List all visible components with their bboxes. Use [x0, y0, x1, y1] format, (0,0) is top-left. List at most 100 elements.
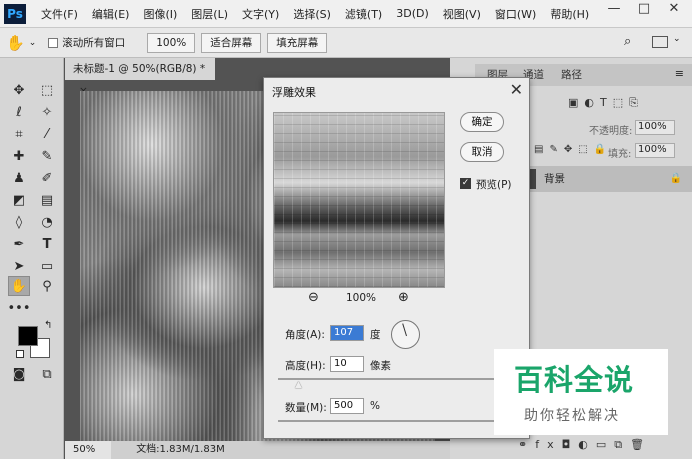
marquee-tool-icon[interactable]: ⬚	[36, 80, 58, 100]
preview-zoom-value: 100%	[346, 292, 377, 304]
menu-help[interactable]: 帮助(H)	[543, 6, 596, 22]
menu-layer[interactable]: 图层(L)	[184, 6, 235, 22]
type-tool-icon[interactable]: T	[36, 234, 58, 254]
lasso-tool-icon[interactable]: ℓ	[8, 102, 30, 122]
document-tab[interactable]: 未标题-1 @ 50%(RGB/8) * ×	[65, 58, 215, 97]
amount-label: 数量(M):	[285, 402, 327, 414]
workspace-chevron-icon[interactable]: ⌄	[673, 34, 681, 44]
hand-tool-icon: ✋	[6, 33, 25, 52]
height-label: 高度(H):	[285, 360, 326, 372]
amount-unit: %	[370, 400, 380, 412]
foreground-color-swatch[interactable]	[18, 326, 38, 346]
amount-slider[interactable]	[278, 420, 495, 422]
menu-type[interactable]: 文字(Y)	[235, 6, 286, 22]
filter-preview[interactable]	[273, 112, 445, 288]
dialog-title: 浮雕效果	[272, 86, 316, 99]
zoom-in-icon[interactable]: ⊕	[398, 290, 409, 305]
close-dialog-icon[interactable]: ✕	[510, 80, 523, 99]
status-bar: 50% 文档:1.83M/1.83M	[65, 441, 450, 459]
watermark-logo: 百科全说 助你轻松解决	[494, 349, 668, 435]
angle-input[interactable]: 107	[330, 325, 364, 341]
zoom-tool-icon[interactable]: ⚲	[36, 276, 58, 296]
default-colors-icon[interactable]	[16, 350, 24, 358]
blur-tool-icon[interactable]: ◊	[8, 212, 30, 232]
menu-select[interactable]: 选择(S)	[286, 6, 338, 22]
fill-label: 填充:	[608, 149, 632, 160]
hand-tool-button-icon[interactable]: ✋	[8, 276, 30, 296]
angle-unit: 度	[370, 329, 381, 341]
opacity-field[interactable]: 100%	[635, 120, 675, 135]
search-icon[interactable]: ⌕	[624, 34, 631, 49]
ok-button[interactable]: 确定	[460, 112, 504, 132]
eyedropper-tool-icon[interactable]: ⁄	[36, 124, 58, 144]
crop-tool-icon[interactable]: ⌗	[8, 124, 30, 144]
quick-mask-icon[interactable]: ◙	[8, 364, 30, 384]
height-slider[interactable]	[278, 378, 495, 380]
layer-filter-icons: ▣◐T⬚⎘	[568, 96, 644, 109]
cancel-button[interactable]: 取消	[460, 142, 504, 162]
menu-file[interactable]: 文件(F)	[34, 6, 85, 22]
tools-panel: ✥ ⬚ ℓ ✧ ⌗ ⁄ ✚ ✎ ♟ ✐ ◩ ▤ ◊ ◔ ✒ T ➤ ▭ ✋ ⚲ …	[0, 58, 64, 459]
menu-view[interactable]: 视图(V)	[436, 6, 488, 22]
fill-field[interactable]: 100%	[635, 143, 675, 158]
menu-edit[interactable]: 编辑(E)	[85, 6, 137, 22]
magic-wand-tool-icon[interactable]: ✧	[36, 102, 58, 122]
emboss-dialog: 浮雕效果 ✕ ⊖ 100% ⊕ 确定 取消 ✓ 预览(P) 角度(A): 107…	[263, 77, 530, 439]
layer-thumbnail	[530, 169, 536, 189]
move-tool-icon[interactable]: ✥	[8, 80, 30, 100]
tool-preset-chevron-icon[interactable]: ⌄	[29, 38, 37, 48]
scroll-all-label: 滚动所有窗口	[62, 37, 126, 49]
document-tab-title: 未标题-1 @ 50%(RGB/8) *	[73, 63, 206, 75]
menu-bar: Ps 文件(F) 编辑(E) 图像(I) 图层(L) 文字(Y) 选择(S) 滤…	[0, 0, 692, 28]
fill-screen-button[interactable]: 填充屏幕	[267, 32, 328, 53]
angle-dial[interactable]	[391, 320, 420, 349]
options-bar: ✋ ⌄ 滚动所有窗口 100% 适合屏幕 填充屏幕 ⌕ ⌄	[0, 28, 692, 58]
status-doc-size: 文档:1.83M/1.83M	[136, 444, 225, 455]
watermark-title: 百科全说	[514, 363, 635, 397]
app-logo: Ps	[4, 3, 26, 24]
minimize-button[interactable]: —	[602, 0, 626, 20]
zoom-100-button[interactable]: 100%	[147, 32, 196, 53]
angle-dial-needle	[402, 323, 407, 337]
height-slider-thumb[interactable]: ▲	[295, 380, 302, 390]
brush-tool-icon[interactable]: ✎	[36, 146, 58, 166]
history-brush-tool-icon[interactable]: ✐	[36, 168, 58, 188]
preview-checkbox[interactable]: ✓	[460, 178, 471, 189]
dodge-tool-icon[interactable]: ◔	[36, 212, 58, 232]
screen-mode-icon[interactable]: ⧉	[36, 364, 58, 384]
healing-tool-icon[interactable]: ✚	[8, 146, 30, 166]
opacity-label: 不透明度:	[589, 126, 633, 137]
layer-bottom-icons: ⚭fx◘◐▭⧉🗑	[518, 438, 653, 451]
swap-colors-icon[interactable]: ↰	[44, 320, 52, 331]
amount-input[interactable]: 500	[330, 398, 364, 414]
path-selection-tool-icon[interactable]: ➤	[8, 256, 30, 276]
menu-window[interactable]: 窗口(W)	[488, 6, 543, 22]
angle-label: 角度(A):	[285, 329, 325, 341]
pen-tool-icon[interactable]: ✒	[8, 234, 30, 254]
watermark-subtitle: 助你轻松解决	[524, 408, 620, 424]
preview-label: 预览(P)	[476, 179, 512, 191]
height-input[interactable]: 10	[330, 356, 364, 372]
lock-icons: ▤✎✥⬚🔒	[534, 144, 613, 155]
fit-screen-button[interactable]: 适合屏幕	[201, 32, 262, 53]
eraser-tool-icon[interactable]: ◩	[8, 190, 30, 210]
close-window-button[interactable]: ✕	[662, 0, 686, 20]
menu-3d[interactable]: 3D(D)	[389, 7, 436, 20]
layer-row-background[interactable]: 背景 🔒	[530, 166, 692, 192]
more-tools-icon[interactable]: •••	[8, 298, 31, 318]
stamp-tool-icon[interactable]: ♟	[8, 168, 30, 188]
panel-menu-icon[interactable]: ≡	[675, 67, 684, 80]
menu-image[interactable]: 图像(I)	[136, 6, 184, 22]
gradient-tool-icon[interactable]: ▤	[36, 190, 58, 210]
layer-lock-icon: 🔒	[669, 173, 682, 184]
menu-filter[interactable]: 滤镜(T)	[338, 6, 389, 22]
height-unit: 像素	[370, 360, 391, 372]
scroll-all-checkbox[interactable]	[48, 37, 59, 48]
zoom-out-icon[interactable]: ⊖	[308, 290, 319, 305]
maximize-button[interactable]: □	[632, 0, 656, 20]
layer-name: 背景	[544, 173, 565, 185]
tab-paths[interactable]: 路径	[561, 67, 582, 82]
status-zoom[interactable]: 50%	[65, 441, 111, 459]
rectangle-tool-icon[interactable]: ▭	[36, 256, 58, 276]
workspace-icon[interactable]	[652, 36, 668, 48]
